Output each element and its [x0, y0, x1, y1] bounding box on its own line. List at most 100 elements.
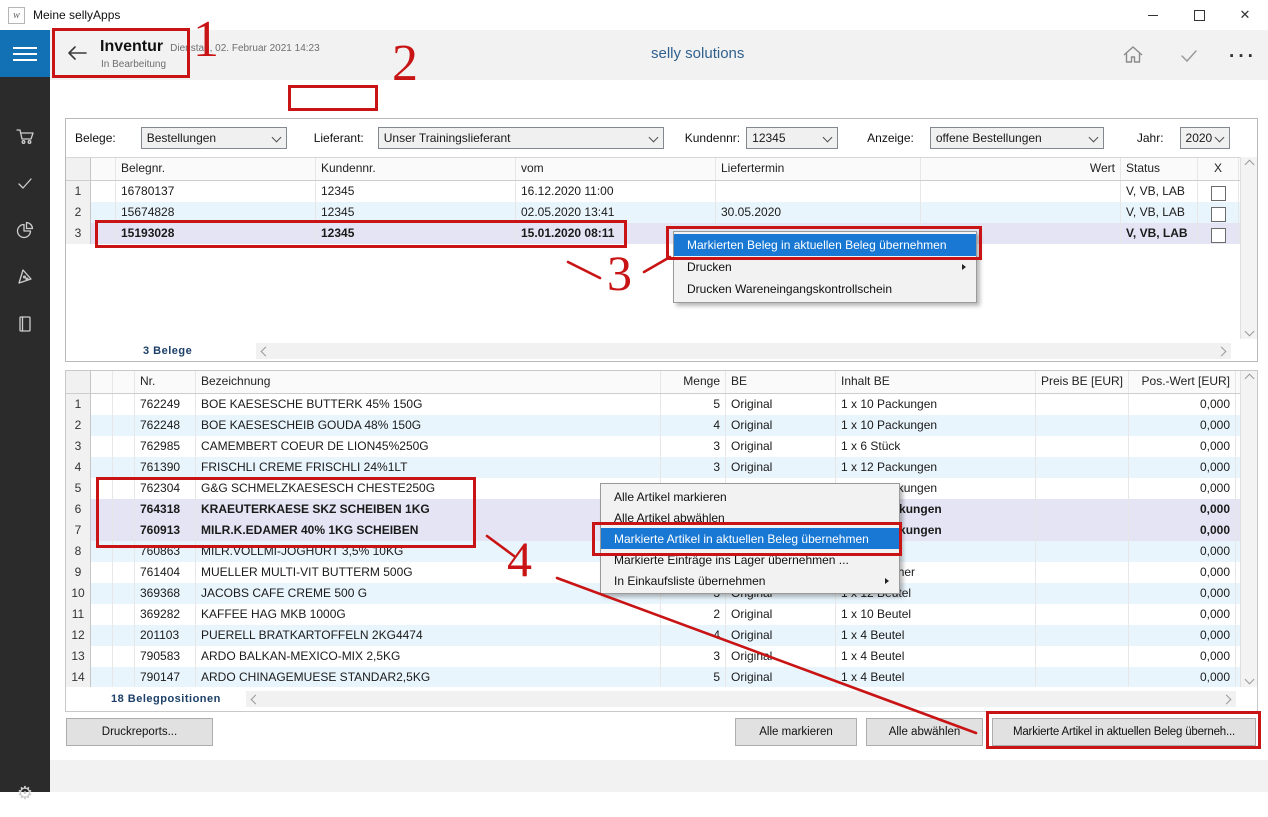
table-row[interactable]: 4 761390 FRISCHLI CREME FRISCHLI 24%1LT … — [66, 457, 1240, 478]
table-row[interactable]: 12 201103 PUERELL BRATKARTOFFELN 2KG4474… — [66, 625, 1240, 646]
back-arrow-icon[interactable] — [62, 38, 92, 68]
menu-item[interactable]: Markierten Beleg in aktuellen Beleg über… — [674, 234, 976, 256]
preis-be-cell — [1036, 646, 1129, 667]
col-be: BE — [726, 371, 836, 393]
col-belegnr: Belegnr. — [116, 158, 316, 180]
menu-item[interactable]: In Einkaufsliste übernehmen — [601, 570, 899, 591]
scroll-down-icon[interactable] — [1244, 327, 1254, 337]
rownum-cell: 4 — [66, 457, 91, 478]
shopping-cart-icon[interactable] — [0, 112, 50, 159]
menu-item[interactable]: Drucken — [674, 256, 976, 278]
filter-dropdown[interactable]: Unser Trainingslieferant — [378, 127, 664, 149]
rownum-cell: 1 — [66, 181, 91, 202]
col-bezeichnung: Bezeichnung — [196, 371, 661, 393]
nr-cell: 762248 — [135, 415, 196, 436]
col-vom: vom — [516, 158, 716, 180]
belege-horizontal-scrollbar[interactable] — [256, 343, 1231, 359]
druckreports-button[interactable]: Druckreports... — [66, 718, 213, 746]
artikel-context-menu: Alle Artikel markieren Alle Artikel abwä… — [600, 483, 900, 594]
maximize-icon[interactable] — [1176, 0, 1222, 30]
chevron-down-icon — [1088, 133, 1098, 143]
filter-item: Kundennr: 12345 — [685, 127, 838, 149]
pie-chart-icon[interactable] — [0, 206, 50, 253]
filter-bar: Belege: Bestellungen Lieferant: Unser Tr… — [66, 119, 1257, 157]
chevron-down-icon — [823, 133, 833, 143]
preis-be-cell — [1036, 520, 1129, 541]
pizza-slice-icon[interactable] — [0, 253, 50, 300]
alle-abwaehlen-button[interactable]: Alle abwählen — [866, 718, 983, 746]
filter-dropdown[interactable]: Bestellungen — [141, 127, 287, 149]
uebernehmen-button[interactable]: Markierte Artikel in aktuellen Beleg übe… — [992, 718, 1256, 746]
scroll-right-icon[interactable] — [1222, 694, 1232, 704]
preis-be-cell — [1036, 394, 1129, 415]
table-row[interactable]: 13 790583 ARDO BALKAN-MEXICO-MIX 2,5KG 3… — [66, 646, 1240, 667]
menge-cell: 3 — [661, 646, 726, 667]
minimize-icon[interactable] — [1130, 0, 1176, 30]
hamburger-menu-icon[interactable] — [0, 30, 50, 77]
belege-vertical-scrollbar[interactable] — [1240, 157, 1257, 339]
spacer-cell — [91, 223, 116, 244]
nr-cell: 762249 — [135, 394, 196, 415]
menge-cell: 4 — [661, 625, 726, 646]
pos-wert-cell: 0,000 — [1129, 436, 1236, 457]
book-icon[interactable] — [0, 300, 50, 347]
rownum-cell: 13 — [66, 646, 91, 667]
menu-item[interactable]: Alle Artikel abwählen — [601, 507, 899, 528]
scroll-left-icon[interactable] — [261, 346, 271, 356]
checkmark-icon[interactable] — [0, 159, 50, 206]
table-row[interactable]: 2 15674828 12345 02.05.2020 13:41 30.05.… — [66, 202, 1240, 223]
scroll-left-icon[interactable] — [251, 694, 261, 704]
spacer-cell — [113, 394, 135, 415]
bezeichnung-cell: ARDO BALKAN-MEXICO-MIX 2,5KG — [196, 646, 661, 667]
spacer-cell — [91, 667, 113, 687]
filter-label: Lieferant: — [314, 131, 364, 145]
preis-be-cell — [1036, 604, 1129, 625]
table-row[interactable]: 3 15193028 12345 15.01.2020 08:11 V, VB,… — [66, 223, 1240, 244]
menu-item[interactable]: Alle Artikel markieren — [601, 486, 899, 507]
scroll-right-icon[interactable] — [1217, 346, 1227, 356]
positionen-horizontal-scrollbar[interactable] — [246, 691, 1236, 707]
table-row[interactable]: 1 762249 BOE KAESESCHE BUTTERK 45% 150G … — [66, 394, 1240, 415]
table-row[interactable]: 1 16780137 12345 16.12.2020 11:00 V, VB,… — [66, 181, 1240, 202]
row-checkbox[interactable] — [1211, 186, 1226, 201]
confirm-check-icon[interactable] — [1174, 40, 1204, 70]
inhalt-be-cell: 1 x 12 Packungen — [836, 457, 1036, 478]
home-icon[interactable] — [1118, 40, 1148, 70]
page-title: InventurDienstag, 02. Februar 2021 14:23 — [100, 38, 320, 56]
scroll-down-icon[interactable] — [1244, 675, 1254, 685]
more-options-icon[interactable]: ··· — [1228, 40, 1258, 72]
menge-cell: 4 — [661, 415, 726, 436]
close-icon[interactable]: ✕ — [1222, 0, 1268, 30]
preis-be-cell — [1036, 415, 1129, 436]
bezeichnung-cell: JACOBS CAFE CREME 500 G — [196, 583, 661, 604]
table-row[interactable]: 11 369282 KAFFEE HAG MKB 1000G 2 Origina… — [66, 604, 1240, 625]
x-cell — [1198, 181, 1239, 202]
positionen-vertical-scrollbar[interactable] — [1240, 371, 1257, 687]
menu-item[interactable]: Markierte Einträge ins Lager übernehmen … — [601, 549, 899, 570]
menu-item[interactable]: Drucken Wareneingangskontrollschein — [674, 278, 976, 300]
menu-item[interactable]: Markierte Artikel in aktuellen Beleg übe… — [601, 528, 899, 549]
row-checkbox[interactable] — [1211, 228, 1226, 243]
nr-cell: 760863 — [135, 541, 196, 562]
filter-dropdown[interactable]: offene Bestellungen — [930, 127, 1104, 149]
gear-icon[interactable]: ⚙ — [0, 770, 50, 817]
table-row[interactable]: 14 790147 ARDO CHINAGEMUESE STANDAR2,5KG… — [66, 667, 1240, 687]
window-titlebar: w Meine sellyApps ✕ — [0, 0, 1268, 31]
filter-dropdown[interactable]: 2020 — [1180, 127, 1230, 149]
alle-markieren-button[interactable]: Alle markieren — [735, 718, 857, 746]
filter-dropdown[interactable]: 12345 — [746, 127, 838, 149]
col-inhalt-be: Inhalt BE — [836, 371, 1036, 393]
spacer-cell — [113, 478, 135, 499]
nr-cell: 369282 — [135, 604, 196, 625]
scroll-up-icon[interactable] — [1244, 160, 1254, 170]
menu-item-label: Markierte Artikel in aktuellen Beleg übe… — [614, 532, 869, 546]
row-checkbox[interactable] — [1211, 207, 1226, 222]
pos-wert-cell: 0,000 — [1129, 457, 1236, 478]
spacer-cell — [113, 667, 135, 687]
menu-item-label: Drucken Wareneingangskontrollschein — [687, 282, 892, 296]
scroll-up-icon[interactable] — [1244, 374, 1254, 384]
table-row[interactable]: 2 762248 BOE KAESESCHEIB GOUDA 48% 150G … — [66, 415, 1240, 436]
window-title: Meine sellyApps — [33, 8, 120, 22]
table-row[interactable]: 3 762985 CAMEMBERT COEUR DE LION45%250G … — [66, 436, 1240, 457]
x-cell — [1198, 202, 1239, 223]
